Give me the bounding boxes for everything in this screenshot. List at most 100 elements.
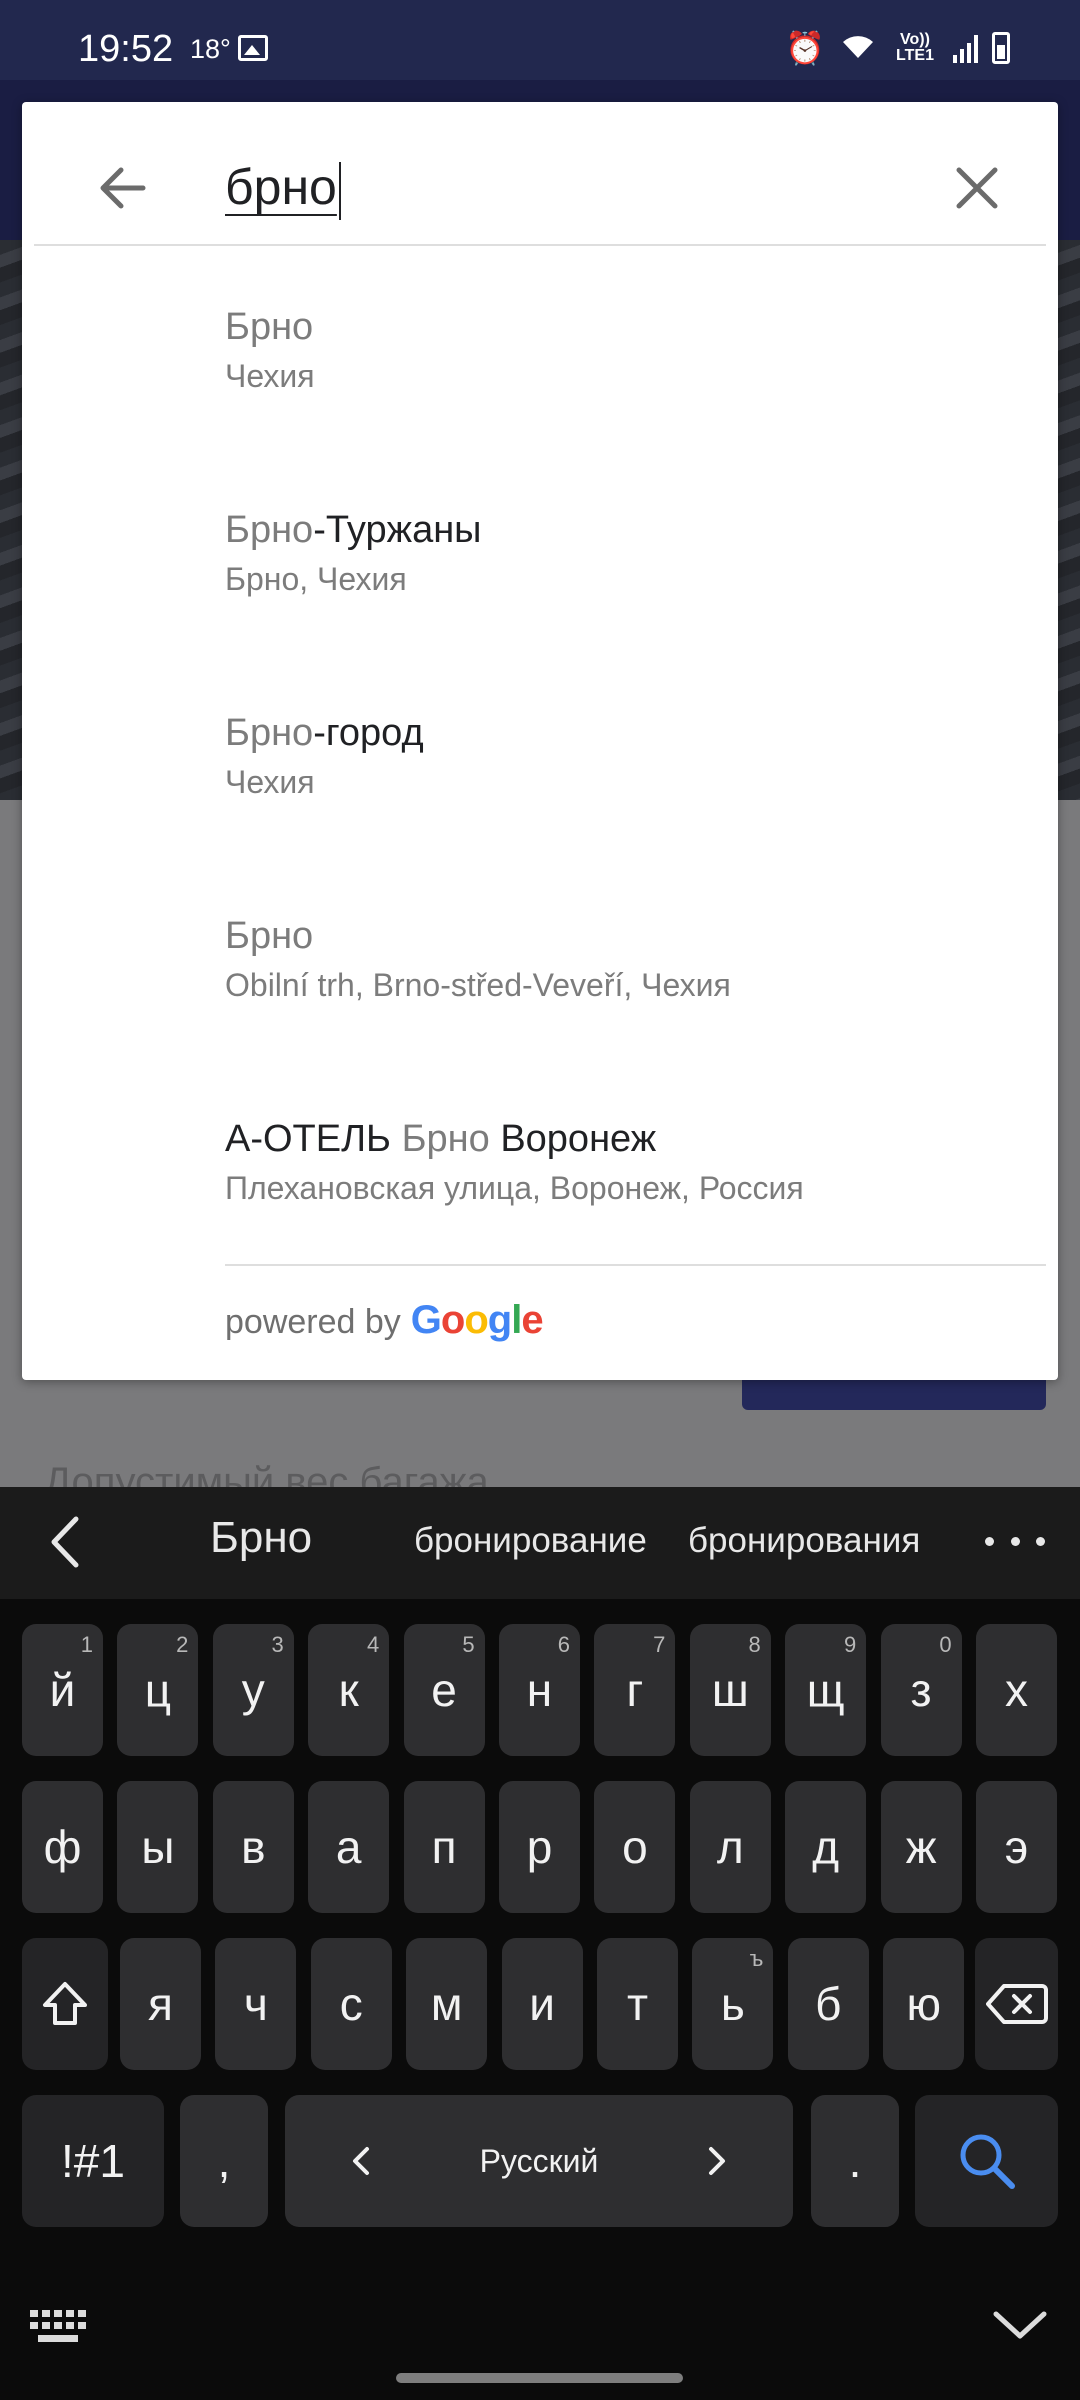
key-char: ф [43,1821,82,1873]
key-1[interactable]: ц2 [117,1624,199,1756]
result-title: Брно [225,302,313,352]
key-hint: 3 [271,1632,284,1657]
key-9[interactable]: з0 [880,1624,962,1756]
search-key[interactable] [915,2095,1058,2227]
key-10[interactable]: х [976,1624,1057,1756]
more-options-icon[interactable] [985,1521,1045,1561]
key-char: я [148,1978,173,2030]
text-cursor [338,161,341,220]
key-hint: 4 [366,1632,380,1657]
result-item[interactable]: Брно Чехия [225,302,1045,462]
keyboard: Брно бронирование бронирования й1ц2у3к4е… [0,1487,1080,2400]
result-title: Брно [225,911,313,961]
key-1[interactable]: ч [215,1938,297,2070]
comma-key[interactable]: , [180,2095,268,2227]
backspace-icon [985,1984,1048,2024]
divider [225,1264,1046,1266]
result-subtitle: Плехановская улица, Воронеж, Россия [225,1170,804,1206]
key-char: к [338,1664,359,1716]
key-0[interactable]: я [120,1938,201,2070]
key-3[interactable]: м [406,1938,488,2070]
key-char: н [526,1664,553,1716]
key-4[interactable]: и [501,1938,583,2070]
search-icon [960,2134,1015,2189]
chevron-right-icon [708,2147,725,2175]
symbols-key[interactable]: !#1 [22,2095,164,2227]
key-3[interactable]: к4 [308,1624,390,1756]
result-title-rest: А-ОТЕЛЬ [225,1118,402,1160]
result-title-rest: Воронеж [489,1118,657,1160]
attribution-prefix: powered by [225,1303,401,1341]
key-9[interactable]: ж [880,1781,962,1913]
clear-button[interactable] [927,138,1027,238]
key-6[interactable]: о [594,1781,676,1913]
key-1[interactable]: ы [117,1781,199,1913]
result-title: А-ОТЕЛЬ Брно Воронеж [225,1114,656,1164]
key-hint: 2 [176,1632,189,1657]
suggestion-word[interactable]: бронирования [688,1521,920,1561]
key-8[interactable]: щ9 [785,1624,867,1756]
key-char: , [217,2135,231,2187]
backspace-key[interactable] [975,1938,1058,2070]
result-title-match: Брно [225,509,314,551]
key-char: г [626,1664,644,1716]
shift-key[interactable] [22,1938,108,2070]
key-char: а [335,1821,362,1873]
space-label: Русский [479,2142,599,2179]
key-8[interactable]: д [785,1781,867,1913]
key-char: з [910,1664,932,1716]
suggestion-word[interactable]: бронирование [414,1521,647,1561]
key-char: у [241,1664,265,1716]
key-7[interactable]: л [689,1781,771,1913]
result-item[interactable]: А-ОТЕЛЬ Брно Воронеж Плехановская улица,… [225,1114,1045,1274]
suggestion-word[interactable]: Брно [210,1513,312,1563]
keyboard-switch-icon[interactable] [30,2310,88,2349]
key-0[interactable]: й1 [22,1624,103,1756]
key-char: ы [141,1821,175,1873]
key-7[interactable]: б [787,1938,869,2070]
result-title-match: Брно [225,915,314,957]
chevron-down-icon [993,2311,1047,2339]
key-0[interactable]: ф [22,1781,103,1913]
result-title-match: Брно [225,712,314,754]
logo-letter: G [410,1298,442,1342]
key-4[interactable]: п [403,1781,485,1913]
key-10[interactable]: э [976,1781,1057,1913]
result-title-rest: -Туржаны [313,509,482,551]
hide-keyboard-button[interactable] [990,2306,1050,2351]
period-key[interactable]: . [811,2095,899,2227]
key-char: ю [906,1978,941,2030]
key-6[interactable]: ьъ [692,1938,774,2070]
battery-icon [992,32,1010,64]
suggestion-bar: Брно бронирование бронирования [0,1487,1080,1599]
key-6[interactable]: г7 [594,1624,676,1756]
key-5[interactable]: н6 [499,1624,580,1756]
key-hint: 7 [653,1632,666,1657]
search-input[interactable]: брно [225,142,925,232]
result-item[interactable]: Брно-город Чехия [225,708,1045,868]
key-7[interactable]: ш8 [689,1624,771,1756]
key-3[interactable]: а [308,1781,390,1913]
space-key[interactable]: Русский [285,2095,793,2227]
suggestion-collapse-button[interactable] [30,1507,100,1577]
arrow-left-icon [100,167,146,209]
key-5[interactable]: р [499,1781,580,1913]
back-button[interactable] [72,138,172,238]
wifi-icon [839,30,877,66]
key-2[interactable]: в [212,1781,294,1913]
result-title-match: Брно [401,1118,490,1160]
key-char: с [339,1978,363,2030]
key-hint: ъ [749,1946,764,1971]
key-2[interactable]: с [310,1938,392,2070]
key-2[interactable]: у3 [212,1624,294,1756]
status-temperature: 18° [190,34,231,64]
key-char: !#1 [61,2135,125,2187]
result-item[interactable]: Брно Obilní trh, Brno-střed-Veveří, Чехи… [225,911,1045,1071]
key-4[interactable]: е5 [403,1624,485,1756]
key-5[interactable]: т [597,1938,678,2070]
volte-indicator: Vo)) LTE1 [896,31,934,64]
result-item[interactable]: Брно-Туржаны Брно, Чехия [225,505,1045,665]
status-icons: ⏰ Vo)) LTE1 [785,30,1010,66]
key-8[interactable]: ю [883,1938,965,2070]
key-hint: 6 [557,1632,570,1657]
